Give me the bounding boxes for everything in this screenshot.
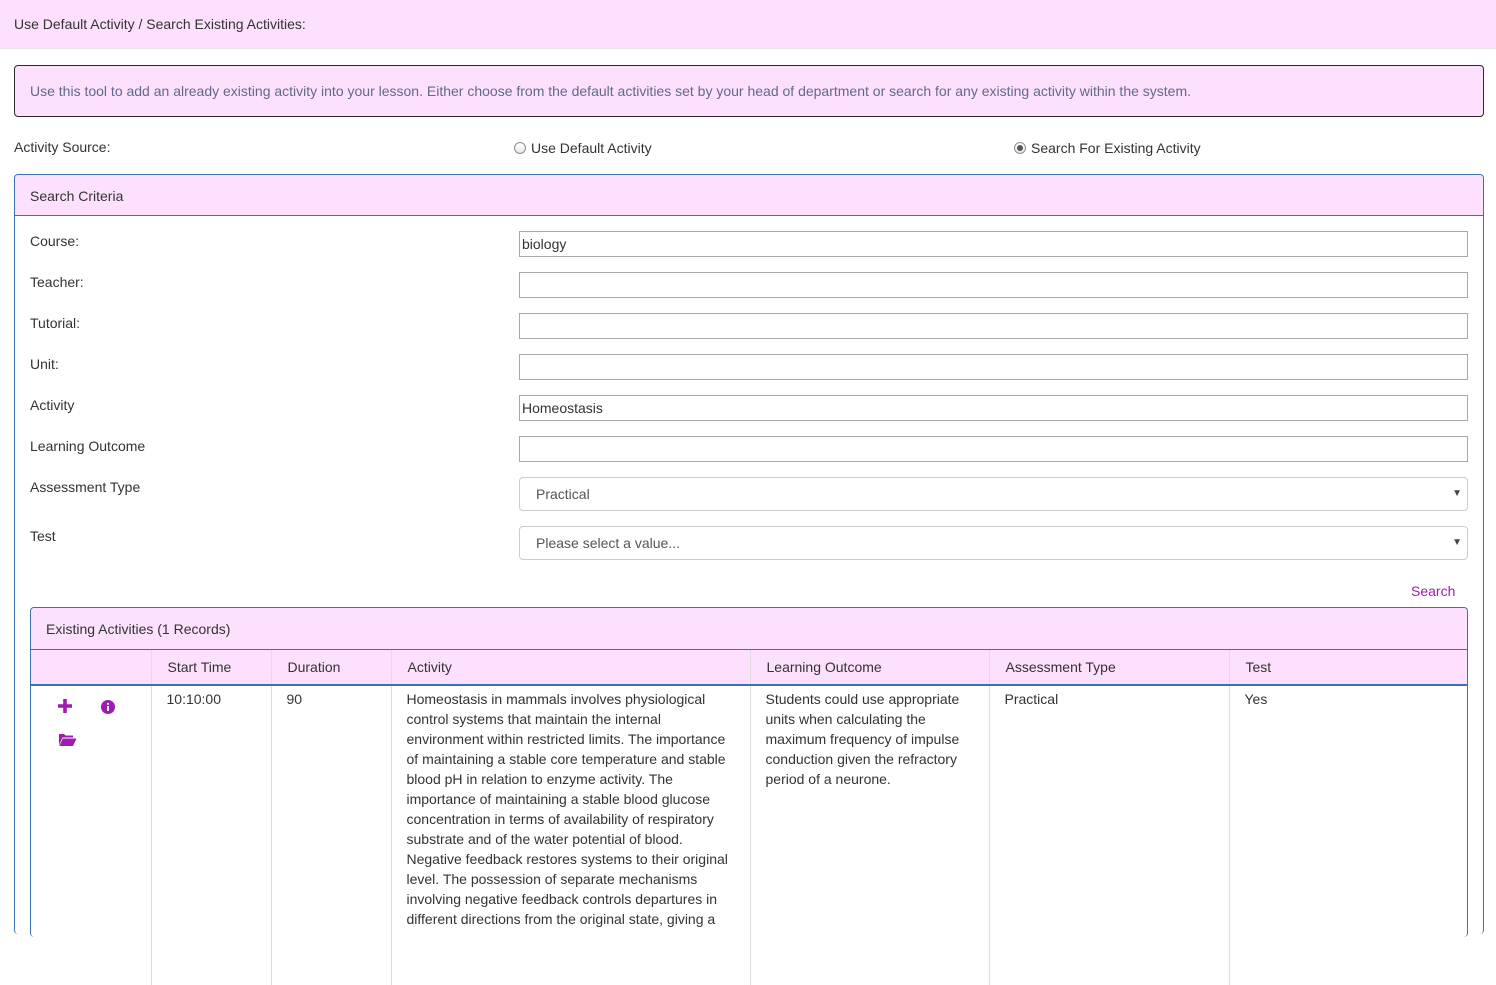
learning-outcome-input[interactable] [519,436,1468,462]
info-text: Use this tool to add an already existing… [30,83,1192,99]
activity-label: Activity [30,397,75,413]
course-label: Course: [30,233,80,249]
search-criteria-panel: Search Criteria Course: Teacher: Tutoria… [14,174,1484,985]
learning-outcome-label: Learning Outcome [30,438,146,454]
existing-activities-panel: Existing Activities (1 Records) Start Ti… [30,607,1468,985]
radio-label: Search For Existing Activity [1031,140,1201,156]
panel-heading: Search Criteria [15,175,1483,216]
tutorial-label: Tutorial: [30,315,81,331]
radio-use-default[interactable]: Use Default Activity [514,140,652,156]
teacher-label: Teacher: [30,274,84,290]
cell-learning-outcome: Students could use appropriate units whe… [749,685,989,985]
col-activity: Activity [390,650,750,686]
activity-source-row: Activity Source: Use Default Activity Se… [14,139,1484,163]
assessment-type-value: Practical [536,486,590,502]
col-actions [31,650,151,686]
activity-input[interactable] [519,395,1468,421]
unit-input[interactable] [519,354,1468,380]
table-header-row: Start Time Duration Activity Learning Ou… [31,650,1467,686]
col-assessment-type: Assessment Type [988,650,1229,686]
radio-button-checked[interactable] [1014,142,1026,154]
test-value: Please select a value... [536,535,680,551]
cell-duration: 90 [270,685,391,985]
cell-assessment-type: Practical [988,685,1229,985]
radio-label: Use Default Activity [531,140,652,156]
table-row: 10:10:00 90 Homeostasis in mammals invol… [31,685,1467,985]
panel-title: Search Criteria [30,188,124,204]
row-actions [31,698,150,758]
tutorial-input[interactable] [519,313,1468,339]
info-icon[interactable] [101,699,115,719]
col-test: Test [1228,650,1467,686]
col-duration: Duration [270,650,391,686]
course-input[interactable] [519,231,1468,257]
results-title: Existing Activities (1 Records) [46,621,231,637]
page-title: Use Default Activity / Search Existing A… [14,16,306,32]
radio-search-existing[interactable]: Search For Existing Activity [1014,140,1201,156]
info-alert: Use this tool to add an already existing… [14,65,1484,117]
plus-icon[interactable] [57,698,73,719]
assessment-type-select[interactable]: Practical ▼ [519,477,1468,511]
assessment-type-label: Assessment Type [30,479,141,495]
results-table: Start Time Duration Activity Learning Ou… [31,650,1467,985]
cell-test: Yes [1228,685,1467,985]
sub-panel-heading: Existing Activities (1 Records) [31,608,1467,650]
test-label: Test [30,528,56,544]
search-link[interactable]: Search [1411,583,1455,599]
teacher-input[interactable] [519,272,1468,298]
caret-down-icon: ▼ [1452,537,1462,548]
col-learning-outcome: Learning Outcome [749,650,989,686]
caret-down-icon: ▼ [1452,488,1462,499]
cell-start-time: 10:10:00 [150,685,271,985]
page-header: Use Default Activity / Search Existing A… [0,0,1496,49]
folder-open-icon[interactable] [58,732,77,752]
col-start-time: Start Time [150,650,271,686]
test-select[interactable]: Please select a value... ▼ [519,526,1468,560]
cell-activity: Homeostasis in mammals involves physiolo… [390,685,750,985]
radio-button[interactable] [514,142,526,154]
activity-source-label: Activity Source: [14,139,111,155]
row-actions-cell [31,685,151,985]
unit-label: Unit: [30,356,59,372]
